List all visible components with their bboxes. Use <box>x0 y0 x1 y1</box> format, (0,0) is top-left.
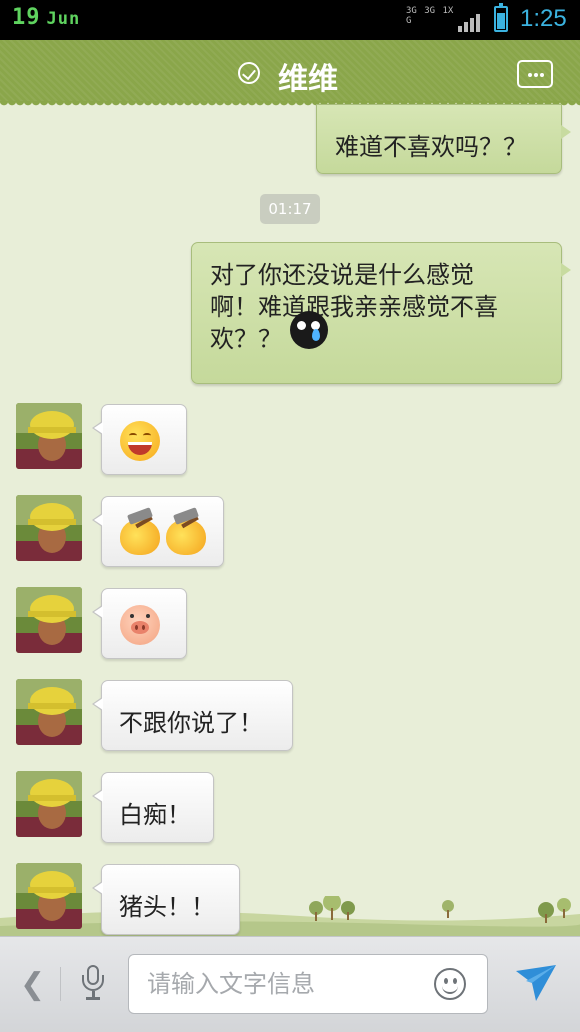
send-icon[interactable] <box>514 963 558 1003</box>
pig-icon <box>120 605 160 645</box>
incoming-message[interactable]: 白痴！ <box>92 772 214 843</box>
avatar[interactable] <box>16 863 82 929</box>
network-indicator: 3G 3G 1X G <box>406 6 454 26</box>
status-time: 1:25 <box>520 5 567 32</box>
status-date: 19 Jun <box>12 5 80 30</box>
message-text-line: 啊！难道跟我亲亲感觉不喜 <box>210 293 498 321</box>
status-month: Jun <box>46 9 81 29</box>
input-bar: ❮ 请输入文字信息 <box>0 936 580 1032</box>
incoming-message[interactable]: 不跟你说了！ <box>92 680 293 751</box>
avatar[interactable] <box>16 403 82 469</box>
avatar[interactable] <box>16 587 82 653</box>
incoming-message[interactable]: 猪头！！ <box>92 864 240 935</box>
incoming-message[interactable] <box>92 496 224 567</box>
battery-icon <box>494 3 508 32</box>
status-day: 19 <box>12 5 41 30</box>
message-text-line: 欢？？ <box>210 325 282 353</box>
incoming-message[interactable] <box>92 404 187 475</box>
avatar[interactable] <box>16 679 82 745</box>
avatar[interactable] <box>16 495 82 561</box>
contact-name: 维维 <box>278 62 338 97</box>
message-text: 白痴！ <box>119 801 191 829</box>
check-circle-icon <box>238 62 260 84</box>
sweat-face-icon <box>290 311 328 349</box>
incoming-message[interactable] <box>92 588 187 659</box>
avatar[interactable] <box>16 771 82 837</box>
microphone-icon[interactable] <box>82 965 104 1000</box>
hammer-icon <box>120 507 160 555</box>
emoji-smile-icon[interactable] <box>434 968 466 1000</box>
message-text-line: 对了你还没说是什么感觉 <box>210 261 474 289</box>
message-text: 猪头！！ <box>119 893 215 921</box>
status-bar: 19 Jun 3G 3G 1X G 1:25 <box>0 0 580 40</box>
landscape-decoration <box>0 896 580 936</box>
more-options-button[interactable] <box>517 60 553 88</box>
chat-header: 维维 <box>0 40 580 108</box>
message-text: 难道不喜欢吗？？ <box>335 133 527 161</box>
hammer-icon <box>166 507 206 555</box>
chevron-left-icon[interactable]: ❮ <box>20 967 45 1002</box>
signal-bars-icon <box>458 12 484 32</box>
divider <box>60 967 61 1001</box>
outgoing-message[interactable]: 对了你还没说是什么感觉 啊！难道跟我亲亲感觉不喜 欢？？ <box>191 242 571 384</box>
grin-icon <box>120 421 160 461</box>
timestamp: 01:17 <box>260 194 320 224</box>
outgoing-message[interactable]: 难道不喜欢吗？？ <box>316 104 571 174</box>
message-text: 不跟你说了！ <box>119 709 263 737</box>
